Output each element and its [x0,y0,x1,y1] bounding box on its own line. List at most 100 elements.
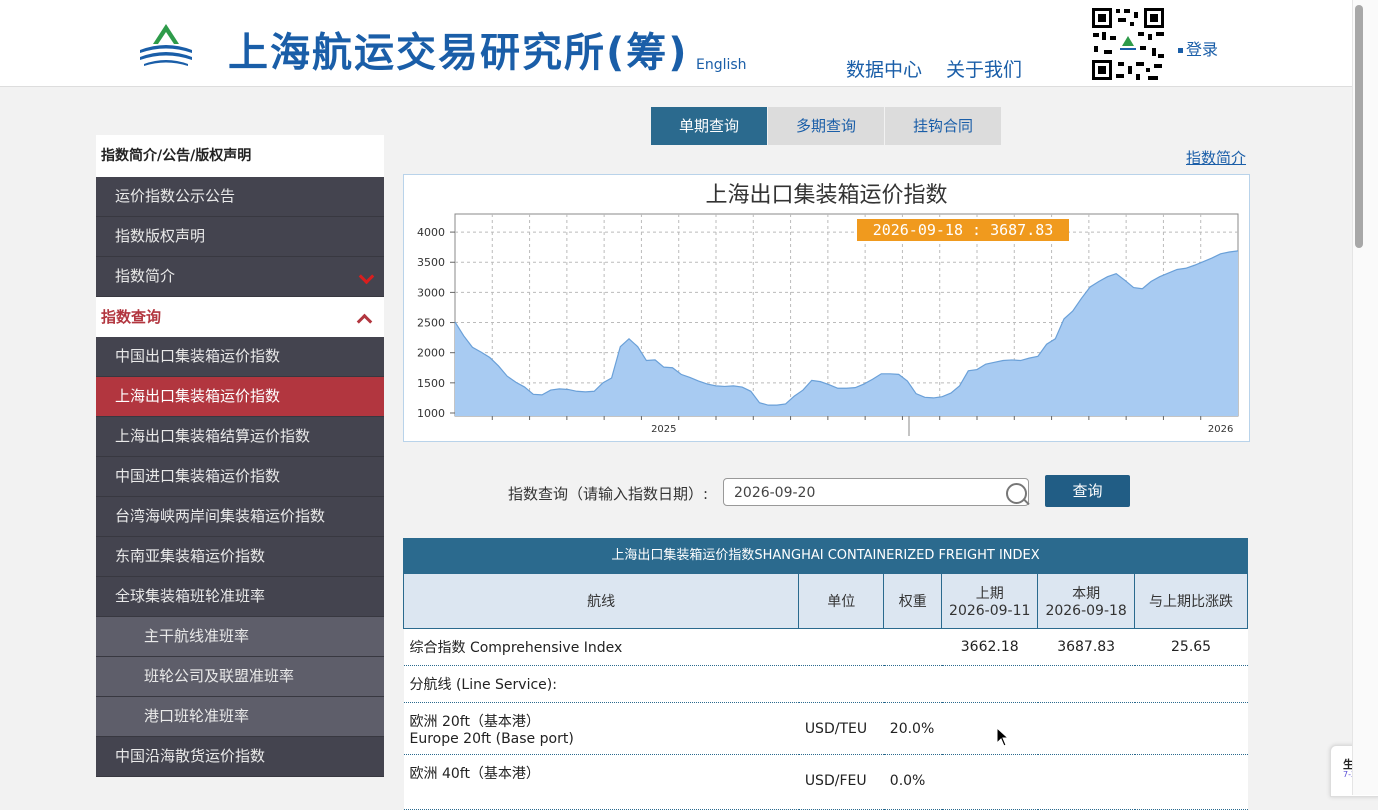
date-input[interactable]: 2026-09-20 [723,478,1029,506]
col-change: 与上期比涨跌 [1134,573,1248,629]
sidebar-item-query-10[interactable]: 中国沿海散货运价指数 [96,737,384,777]
route-cn: 欧洲 40ft（基本港） [409,766,540,782]
chevron-up-icon [356,313,373,330]
sidebar-item-label: 指数版权声明 [115,227,206,245]
nav-about-us[interactable]: 关于我们 [946,55,1022,82]
cell-change [1134,702,1248,755]
qr-code-icon [1090,6,1166,82]
cell-weight: 20.0% [883,702,942,755]
sidebar-item-label: 中国出口集装箱运价指数 [115,347,281,365]
sidebar-item-query-0[interactable]: 中国出口集装箱运价指数 [96,337,384,377]
top-header: 上海航运交易研究所(筹) English 数据中心 关于我们 登录 [0,0,1352,87]
cell-route: 欧洲 40ft（基本港） [403,754,799,810]
mouse-cursor-icon [996,727,1010,747]
sidebar-item-label: 中国沿海散货运价指数 [115,747,266,765]
route-cn: 欧洲 20ft（基本港） [409,713,540,730]
login-link[interactable]: 登录 [1178,36,1218,60]
table-title: 上海出口集装箱运价指数SHANGHAI CONTAINERIZED FREIGH… [403,538,1248,573]
cell-change [1134,754,1248,810]
sidebar-section-label: 指数查询 [101,308,162,326]
x-tick-label: 2026 [1208,424,1233,435]
tooltip-text: 2026-09-18 : 3687.83 [873,221,1054,239]
sidebar-item-label: 上海出口集装箱结算运价指数 [115,427,311,445]
login-label: 登录 [1186,40,1219,59]
sidebar-item-query-2[interactable]: 上海出口集装箱结算运价指数 [96,417,384,457]
sidebar-item-query-6[interactable]: 全球集装箱班轮准班率 [96,577,384,617]
sidebar-item-intro[interactable]: 指数简介 [96,257,384,297]
index-chart: 上海出口集装箱运价指数 1000 1500 2000 2500 3000 3500 4000… [403,174,1250,442]
cell-route: 欧洲 20ft（基本港） Europe 20ft (Base port) [403,702,799,755]
nav-data-center[interactable]: 数据中心 [846,55,922,82]
table-header-row: 航线 单位 权重 上期 2026-09-11 本期 2026-09-18 与上期比涨… [402,573,1248,629]
site-title: 上海航运交易研究所(筹) [228,30,689,76]
col-prev: 上期 2026-09-11 [941,573,1039,629]
cell-curr [1037,702,1135,755]
sidebar-item-label: 全球集装箱班轮准班率 [115,587,266,605]
logo-icon [140,24,192,66]
cell-unit: USD/FEU [798,754,884,810]
col-curr-label: 本期 [1072,586,1101,602]
query-tabs: 单期查询 多期查询 挂钩合同 [651,107,1002,145]
y-tick-label: 3000 [417,286,445,299]
tab-linked-contract[interactable]: 挂钩合同 [885,107,1001,145]
sidebar-item-query-5[interactable]: 东南亚集装箱运价指数 [96,537,384,577]
sidebar-section-query[interactable]: 指数查询 [96,297,384,337]
col-route: 航线 [402,573,800,629]
cell-unit: USD/TEU [798,702,884,755]
cell-unit [798,628,884,666]
cell-prev [941,702,1038,755]
sidebar-item-label: 运价指数公示公告 [115,187,236,205]
search-icon[interactable] [1006,483,1027,504]
route-en: Europe 20ft (Base port) [409,730,574,747]
sidebar-item-copyright[interactable]: 指数版权声明 [96,217,384,257]
sidebar-item-query-7[interactable]: 主干航线准班率 [96,617,384,657]
sidebar-item-announcement[interactable]: 运价指数公示公告 [96,177,384,217]
index-table: 上海出口集装箱运价指数SHANGHAI CONTAINERIZED FREIGH… [402,538,1248,810]
cell-route: 综合指数 Comprehensive Index [403,628,799,666]
cell-curr: 3687.83 [1037,628,1135,666]
y-tick-label: 3500 [417,256,445,269]
tab-single-period[interactable]: 单期查询 [651,107,767,145]
col-curr: 本期 2026-09-18 [1037,573,1136,629]
sidebar-item-label: 台湾海峡两岸间集装箱运价指数 [115,507,326,525]
cell-line-service: 分航线 (Line Service): [403,665,1248,703]
col-curr-date: 2026-09-18 [1045,603,1127,619]
sidebar-item-label: 东南亚集装箱运价指数 [115,547,266,565]
sidebar-item-query-1[interactable]: 上海出口集装箱运价指数 [96,377,384,417]
col-prev-date: 2026-09-11 [949,603,1031,619]
y-tick-label: 1500 [417,377,445,390]
col-unit: 单位 [798,573,885,629]
sidebar-item-label: 班轮公司及联盟准班率 [144,667,295,685]
index-intro-link[interactable]: 指数简介 [1186,147,1246,168]
y-tick-label: 2500 [417,317,445,330]
col-prev-label: 上期 [975,586,1004,602]
table-row: 欧洲 40ft（基本港） USD/FEU 0.0% [403,754,1248,810]
sidebar: 指数简介/公告/版权声明 运价指数公示公告 指数版权声明 指数简介 指数查询 中… [96,135,384,777]
english-link[interactable]: English [696,57,747,73]
cell-curr [1037,754,1135,810]
sidebar-item-query-4[interactable]: 台湾海峡两岸间集装箱运价指数 [96,497,384,537]
sidebar-item-label: 主干航线准班率 [144,627,250,645]
query-button[interactable]: 查询 [1045,475,1130,507]
x-tick-label: 2025 [651,424,676,435]
sidebar-item-label: 港口班轮准班率 [144,707,250,725]
sidebar-item-label: 指数简介 [115,267,176,285]
col-weight: 权重 [883,573,943,629]
sidebar-item-query-8[interactable]: 班轮公司及联盟准班率 [96,657,384,697]
sidebar-header[interactable]: 指数简介/公告/版权声明 [96,135,384,177]
cell-change: 25.65 [1134,628,1248,666]
sidebar-item-label: 中国进口集装箱运价指数 [115,467,281,485]
table-row: 欧洲 20ft（基本港） Europe 20ft (Base port) USD/… [403,702,1248,755]
sidebar-item-query-3[interactable]: 中国进口集装箱运价指数 [96,457,384,497]
query-label: 指数查询（请输入指数日期）: [508,485,709,503]
chart-svg: 1000 1500 2000 2500 3000 3500 4000 2025 2026 2026… [417,213,1239,436]
chevron-down-icon [358,268,375,285]
cell-weight: 0.0% [883,754,942,810]
sidebar-item-label: 上海出口集装箱运价指数 [115,387,281,405]
y-tick-label: 1000 [417,407,445,420]
scrollbar-thumb[interactable] [1355,5,1363,248]
table-row-line-service: 分航线 (Line Service): [403,665,1248,703]
sidebar-item-query-9[interactable]: 港口班轮准班率 [96,697,384,737]
y-tick-label: 2000 [417,347,445,360]
tab-multi-period[interactable]: 多期查询 [768,107,884,145]
